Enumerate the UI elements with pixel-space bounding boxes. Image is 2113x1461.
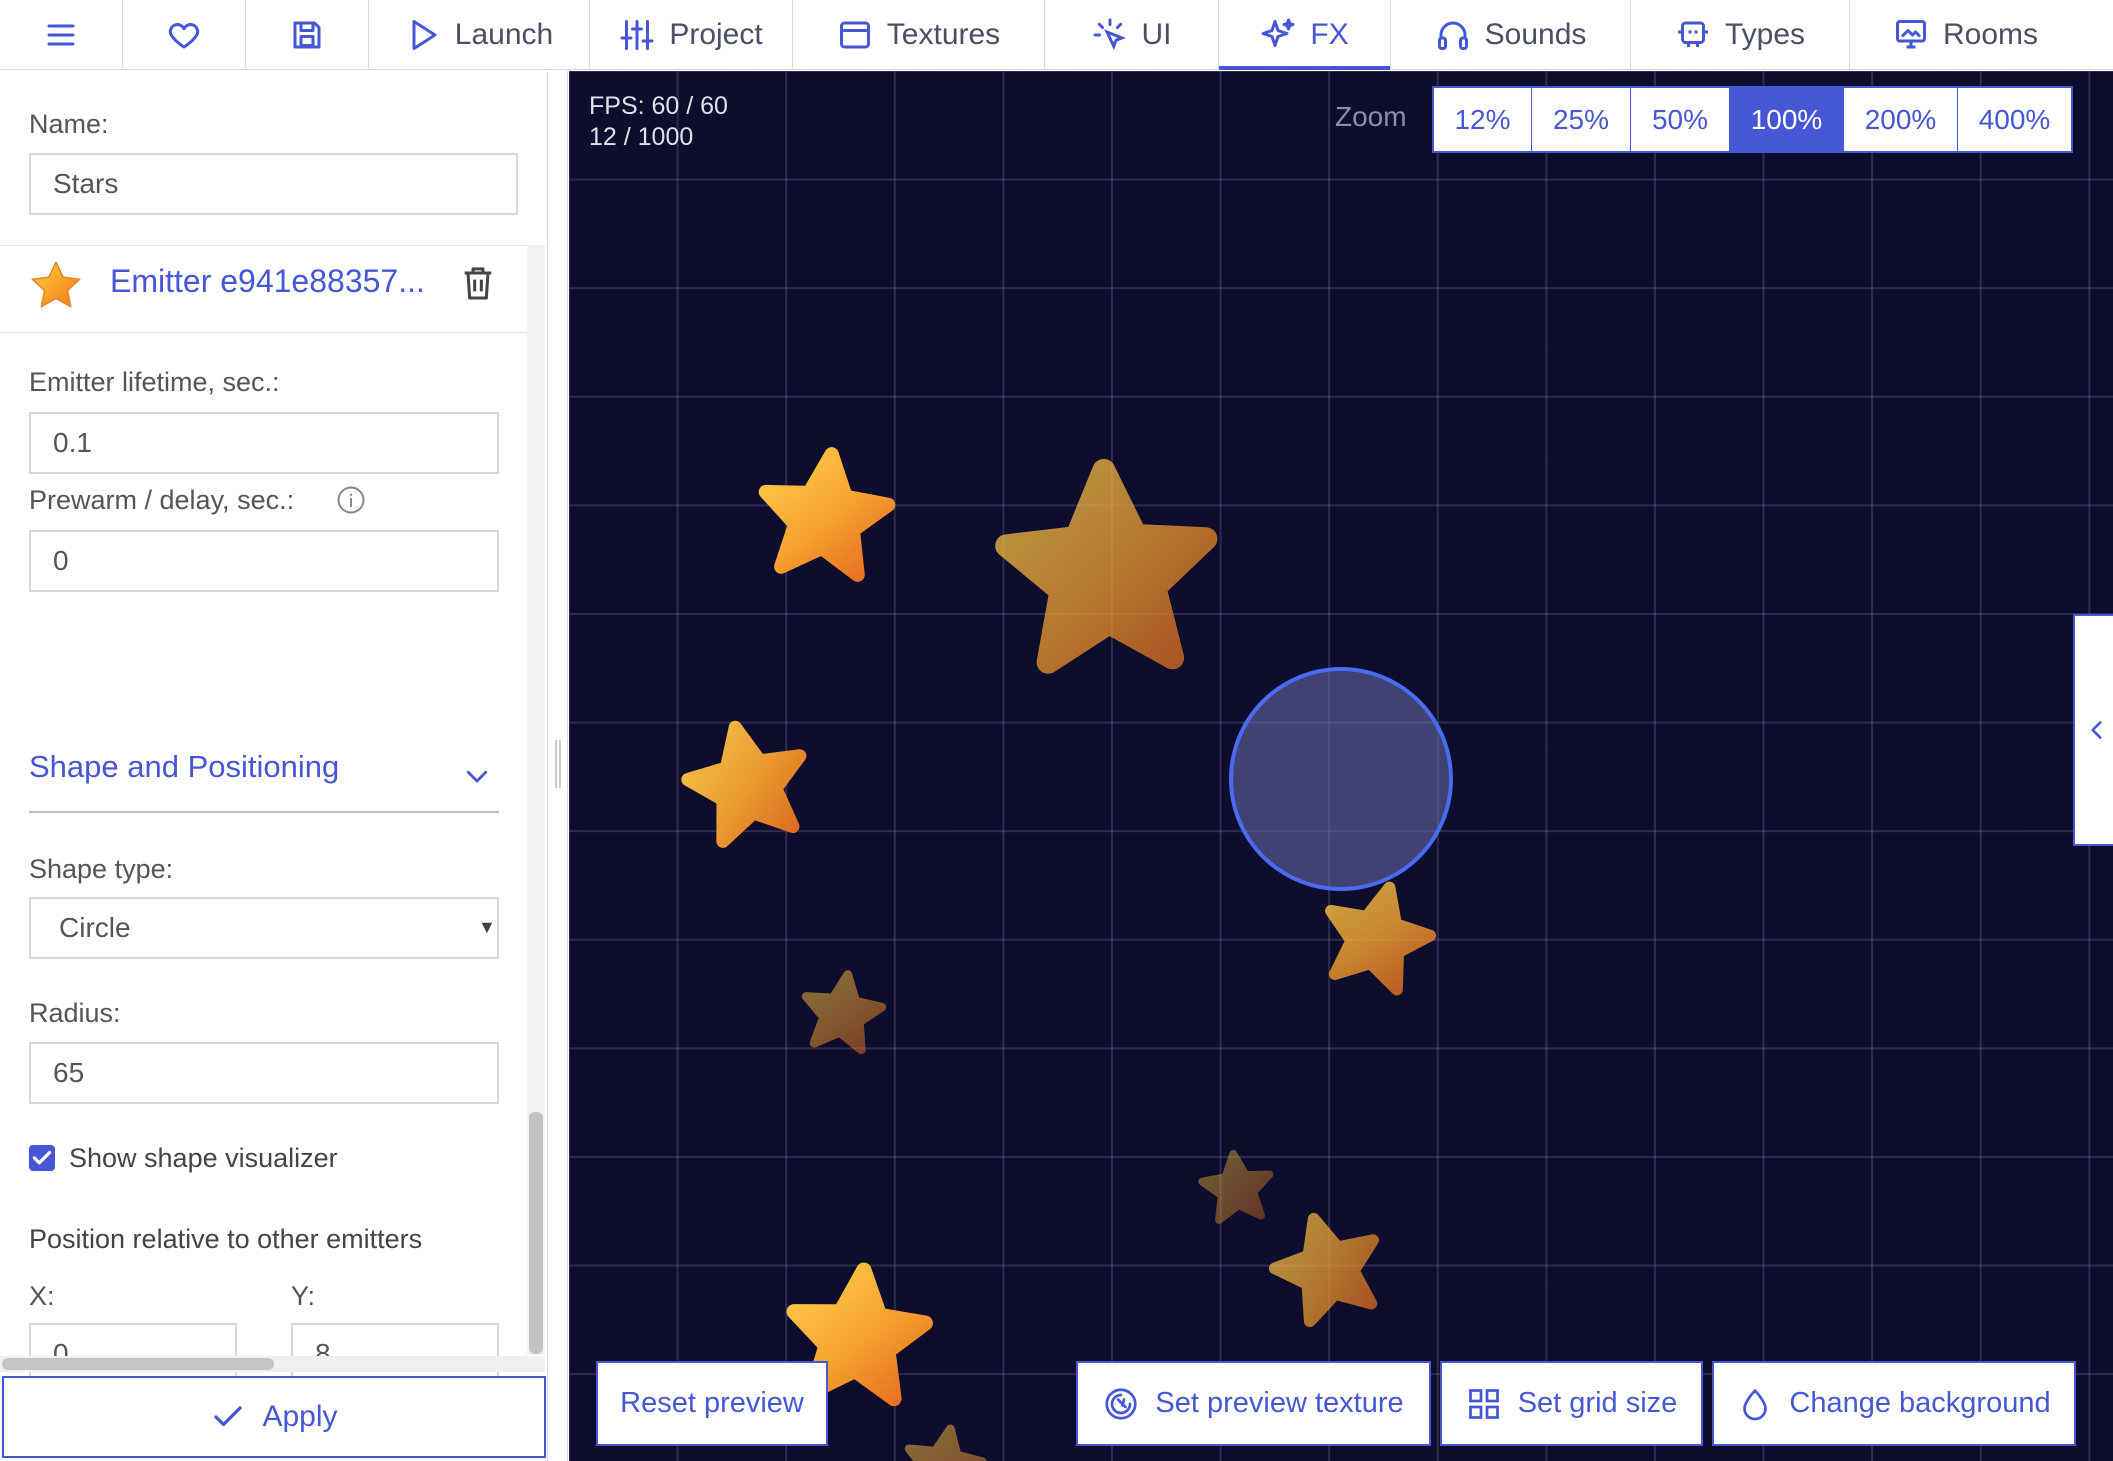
trash-icon [464,267,492,300]
texture-icon [1105,1387,1137,1420]
radius-input[interactable]: 65 [29,1042,499,1104]
chevron-down-icon[interactable] [462,761,492,791]
emitter-properties-panel: Name: Stars Emitter e941e88357... Emitte… [0,71,548,1461]
chevron-left-icon [2091,721,2102,739]
shape-type-select[interactable]: Circle [29,897,499,959]
lifetime-label: Emitter lifetime, sec.: [29,367,280,397]
tab-label: Sounds [1484,18,1587,51]
change-background-label: Change background [1789,1387,2051,1419]
tab-rooms[interactable]: Rooms [1850,0,2081,70]
check-icon [214,1406,243,1427]
tab-fx[interactable]: FX [1219,0,1391,70]
prewarm-input[interactable]: 0 [29,530,499,592]
fps-counter: FPS: 60 / 60 12 / 1000 [589,91,728,153]
horizontal-scrollbar-thumb[interactable] [2,1358,274,1370]
tab-types[interactable]: Types [1631,0,1850,70]
zoom-12-button[interactable]: 12% [1434,88,1532,151]
expand-side-panel-button[interactable] [2073,614,2113,846]
sparkles-icon [1261,18,1295,47]
particle-star [758,448,893,577]
zoom-25-button[interactable]: 25% [1532,88,1631,151]
favorite-button[interactable] [123,0,246,70]
position-label: Position relative to other emitters [29,1224,423,1254]
particle-star [1265,1205,1390,1327]
zoom-200-button[interactable]: 200% [1844,88,1958,151]
fps-text: FPS: 60 / 60 [589,92,728,120]
particle-count: 12 / 1000 [589,123,694,151]
y-label: Y: [291,1281,316,1311]
save-icon [293,21,321,49]
tab-label: Launch [454,18,554,51]
particle-star [800,969,886,1052]
set-preview-texture-button[interactable]: Set preview texture [1076,1361,1431,1446]
reset-preview-button[interactable]: Reset preview [596,1361,828,1446]
set-grid-size-button[interactable]: Set grid size [1440,1361,1703,1446]
change-background-button[interactable]: Change background [1712,1361,2076,1446]
tab-textures[interactable]: Textures [793,0,1045,70]
tab-label: Textures [886,18,1001,51]
zoom-100-button[interactable]: 100% [1730,88,1844,151]
zoom-50-button[interactable]: 50% [1631,88,1730,151]
tab-label: UI [1141,18,1172,51]
menu-icon [47,24,75,46]
particle-star [1004,467,1210,664]
monitor-image-icon [1895,20,1926,49]
particle-star [1316,875,1439,994]
splitter-grip[interactable] [555,740,561,788]
menu-button[interactable] [0,0,123,70]
vertical-scrollbar-thumb[interactable] [529,1112,543,1354]
fx-preview-canvas[interactable]: FPS: 60 / 60 12 / 1000 Zoom 12% 25% 50% … [569,71,2113,1461]
shape-type-label: Shape type: [29,854,174,884]
info-icon[interactable] [336,485,366,515]
prewarm-label: Prewarm / delay, sec.: [29,485,295,515]
tab-launch[interactable]: Launch [369,0,590,70]
zoom-buttons: 12% 25% 50% 100% 200% 400% [1432,86,2073,153]
name-input[interactable]: Stars [29,153,518,215]
show-visualizer-label: Show shape visualizer [69,1143,338,1173]
set-grid-size-label: Set grid size [1517,1387,1678,1419]
radius-label: Radius: [29,998,121,1028]
select-arrow-icon: ▼ [478,917,496,937]
particle-star [1200,1150,1274,1221]
save-button[interactable] [246,0,369,70]
delete-emitter-button[interactable] [458,263,498,303]
tab-label: Rooms [1942,18,2039,51]
apply-button[interactable]: Apply [2,1376,546,1458]
grid-icon [1468,1388,1499,1419]
tab-label: FX [1310,18,1349,51]
image-icon [839,21,870,49]
set-preview-texture-label: Set preview texture [1155,1387,1404,1419]
cursor-click-icon [1093,18,1126,51]
emitter-title[interactable]: Emitter e941e88357... [110,263,425,300]
heart-icon [168,23,200,49]
name-label: Name: [29,109,109,139]
tab-sounds[interactable]: Sounds [1391,0,1631,70]
shape-visualizer [1229,667,1453,891]
section-divider [29,811,499,813]
droplet-icon [1743,1388,1768,1420]
tab-ui[interactable]: UI [1045,0,1219,70]
tab-project[interactable]: Project [590,0,793,70]
reset-preview-label: Reset preview [620,1387,804,1419]
particle-star [679,715,814,845]
star-texture-icon [26,256,86,316]
robot-icon [1677,21,1708,47]
zoom-400-button[interactable]: 400% [1958,88,2071,151]
headphones-icon [1437,21,1468,50]
section-shape-positioning[interactable]: Shape and Positioning [29,749,339,785]
x-label: X: [29,1281,55,1311]
play-icon [412,20,437,50]
particle-star [901,1422,987,1461]
apply-label: Apply [262,1400,338,1433]
show-visualizer-checkbox[interactable] [29,1145,55,1171]
zoom-label: Zoom [1335,101,1407,132]
particle-layer [569,71,1453,1461]
tab-label: Types [1724,18,1806,51]
lifetime-input[interactable]: 0.1 [29,412,499,474]
sliders-icon [620,20,654,50]
top-toolbar: Launch Project Textures UI FX Sounds Typ… [0,0,2113,70]
tab-label: Project [669,18,763,51]
